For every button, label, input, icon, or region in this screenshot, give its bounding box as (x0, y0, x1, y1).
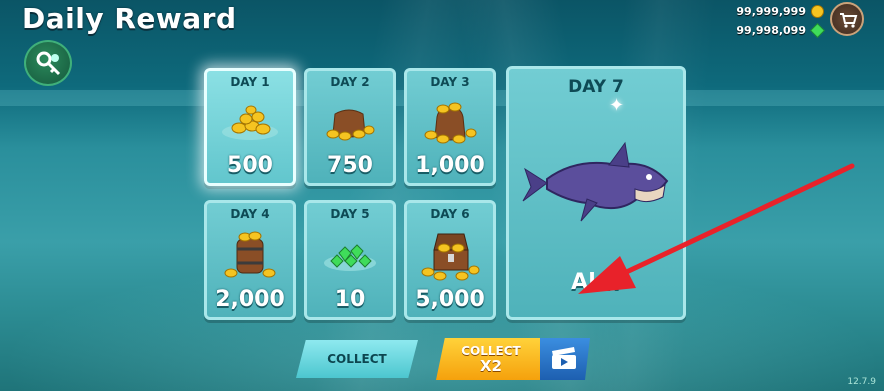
reward-card-day-7[interactable]: DAY 7 ✦ Al... (506, 66, 686, 320)
key-button[interactable] (24, 40, 72, 86)
shop-button[interactable] (830, 2, 864, 36)
reward-card-day-1[interactable]: DAY 1 500 (204, 68, 296, 186)
reward-amount: 5,000 (415, 287, 485, 312)
gems-icon (307, 225, 393, 285)
coin-bag-icon (307, 93, 393, 151)
page-title: Daily Reward (22, 2, 237, 35)
coin-sack-icon (407, 93, 493, 151)
reward-amount: 1,000 (415, 153, 485, 178)
coins-icon (207, 93, 293, 151)
shark-icon (517, 139, 677, 229)
day-label: DAY 3 (430, 75, 470, 89)
x2-label: X2 (479, 357, 502, 375)
reward-card-day-3[interactable]: DAY 3 1,000 (404, 68, 496, 186)
collect-label: COLLECT (327, 352, 387, 366)
reward-amount: 500 (227, 153, 273, 178)
day-label: DAY 2 (330, 75, 370, 89)
day-label: DAY 4 (230, 207, 270, 221)
reward-card-day-2[interactable]: DAY 2 750 (304, 68, 396, 186)
gem-balance: 99,998,099 (736, 24, 806, 37)
collect-x2-button[interactable]: COLLECT X2 (436, 338, 546, 380)
coin-barrel-icon (207, 225, 293, 285)
currency-panel: 99,999,999 99,998,099 (736, 2, 825, 40)
day-label: DAY 7 (568, 77, 624, 97)
cart-icon (840, 13, 858, 28)
sparkle-icon: ✦ (609, 95, 625, 116)
key-icon (36, 51, 61, 76)
coin-balance: 99,999,999 (736, 5, 806, 18)
reward-card-day-4[interactable]: DAY 4 2,000 (204, 200, 296, 320)
treasure-chest-icon (407, 225, 493, 285)
day-label: DAY 1 (230, 75, 270, 89)
video-clapper-icon (552, 347, 576, 369)
reward-card-day-6[interactable]: DAY 6 5,000 (404, 200, 496, 320)
coin-icon (811, 5, 824, 18)
gem-icon (810, 23, 825, 38)
reward-amount: 2,000 (215, 287, 285, 312)
day-label: DAY 5 (330, 207, 370, 221)
reward-card-day-5[interactable]: DAY 5 10 (304, 200, 396, 320)
version-label: 12.7.9 (847, 377, 876, 387)
collect-button[interactable]: COLLECT (296, 340, 418, 378)
reward-amount: 10 (334, 287, 366, 312)
watch-video-button[interactable] (540, 338, 590, 380)
grand-reward-name: Al... (571, 270, 621, 295)
day-label: DAY 6 (430, 207, 470, 221)
reward-amount: 750 (327, 153, 373, 178)
